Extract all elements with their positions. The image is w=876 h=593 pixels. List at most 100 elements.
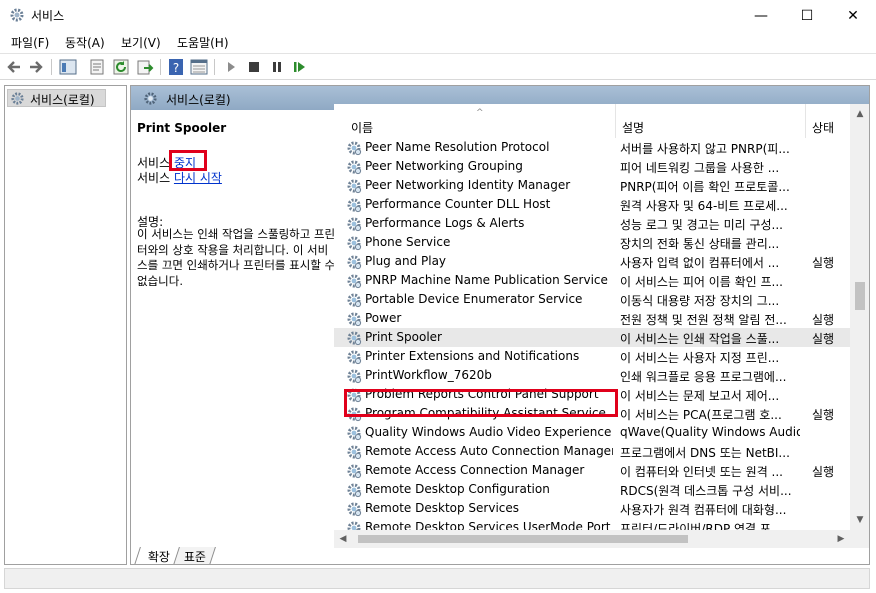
service-gear-icon — [346, 368, 362, 384]
service-row[interactable]: Printer Extensions and Notifications 이 서비… — [334, 347, 850, 366]
services-gear-icon — [10, 8, 24, 22]
service-gear-icon — [346, 159, 362, 175]
menu-help[interactable]: 도움말(H) — [177, 34, 229, 51]
tab-extended-label: 확장 — [147, 550, 170, 564]
service-gear-icon — [346, 482, 362, 498]
service-description: 사용자가 원격 컴퓨터에 대화형... — [620, 503, 787, 517]
pause-icon[interactable] — [268, 58, 286, 76]
service-row[interactable]: Phone Service 장치의 전화 통신 상태를 관리... — [334, 233, 850, 252]
service-gear-icon — [346, 216, 362, 232]
service-row[interactable]: Peer Networking Identity Manager PNRP(피어 … — [334, 176, 850, 195]
service-row[interactable]: Remote Desktop Services 사용자가 원격 컴퓨터에 대화형.… — [334, 499, 850, 518]
menu-bar: 파일(F) 동작(A) 보기(V) 도움말(H) — [0, 31, 876, 53]
service-description: 피어 네트워킹 그룹을 사용한 ... — [620, 161, 780, 175]
toolbar: ? — [0, 53, 876, 80]
service-row[interactable]: Remote Access Connection Manager 이 컴퓨터와 인… — [334, 461, 850, 480]
tree-node-label: 서비스(로컬) — [30, 93, 95, 107]
scroll-down-arrow-icon[interactable]: ▼ — [850, 510, 869, 530]
service-gear-icon — [346, 425, 362, 441]
service-description: 장치의 전화 통신 상태를 관리... — [620, 237, 780, 251]
service-row[interactable]: Print Spooler 이 서비스는 인쇄 작업을 스풀... 실행 — [334, 328, 850, 347]
svg-text:?: ? — [173, 61, 179, 75]
service-status: 실행 — [812, 408, 835, 422]
refresh-icon[interactable] — [112, 58, 130, 76]
service-name: Remote Desktop Configuration — [365, 482, 550, 496]
service-description: 이 서비스는 인쇄 작업을 스풀... — [620, 332, 780, 346]
service-gear-icon — [346, 349, 362, 365]
menu-view[interactable]: 보기(V) — [121, 34, 161, 51]
service-name: Remote Access Connection Manager — [365, 463, 585, 477]
service-row[interactable]: Peer Networking Grouping 피어 네트워킹 그룹을 사용한 … — [334, 157, 850, 176]
service-description: PNRP(피어 이름 확인 프로토콜... — [620, 180, 790, 194]
service-description: 프린터/드라이버/RDP 연결 포... — [620, 522, 783, 530]
column-header-description[interactable]: 설명 — [622, 119, 644, 136]
service-description: 이 서비스는 사용자 지정 프린... — [620, 351, 780, 365]
service-gear-icon — [346, 520, 362, 530]
service-row[interactable]: PrintWorkflow_7620b 인쇄 워크플로 응용 프로그램에... — [334, 366, 850, 385]
service-description: 성능 로그 및 경고는 미리 구성... — [620, 218, 783, 232]
service-gear-icon — [346, 292, 362, 308]
sort-ascending-icon: ^ — [476, 108, 484, 118]
start-icon[interactable] — [222, 58, 240, 76]
service-gear-icon — [346, 254, 362, 270]
back-icon[interactable] — [5, 58, 23, 76]
column-header-status[interactable]: 상태 — [812, 119, 834, 136]
service-row[interactable]: Peer Name Resolution Protocol 서버를 사용하지 않고… — [334, 138, 850, 157]
service-description: 이 컴퓨터와 인터넷 또는 원격 ... — [620, 465, 783, 479]
minimize-button[interactable]: — — [738, 0, 784, 31]
selected-service-name: Print Spooler — [137, 121, 227, 135]
properties-icon[interactable] — [88, 58, 106, 76]
restart-icon[interactable] — [291, 58, 309, 76]
service-gear-icon — [346, 463, 362, 479]
service-row[interactable]: Remote Access Auto Connection Manager 프로그… — [334, 442, 850, 461]
service-row[interactable]: Performance Counter DLL Host 원격 사용자 및 64-… — [334, 195, 850, 214]
service-row[interactable]: PNRP Machine Name Publication Service 이 서… — [334, 271, 850, 290]
help-icon[interactable]: ? — [167, 58, 185, 76]
scroll-up-arrow-icon[interactable]: ▲ — [850, 104, 869, 124]
service-row[interactable]: Portable Device Enumerator Service 이동식 대용… — [334, 290, 850, 309]
maximize-button[interactable]: ☐ — [784, 0, 830, 31]
title-bar: 서비스 — ☐ ✕ — [0, 0, 876, 31]
stop-icon[interactable] — [245, 58, 263, 76]
pane-title: 서비스(로컬) — [166, 93, 231, 107]
tab-extended[interactable]: 확장 — [134, 547, 181, 564]
service-status: 실행 — [812, 465, 835, 479]
print-spooler-highlight — [344, 389, 618, 417]
service-description: 프로그램에서 DNS 또는 NetBI... — [620, 446, 790, 460]
service-description: RDCS(원격 데스크톱 구성 서비... — [620, 484, 792, 498]
service-row[interactable]: Performance Logs & Alerts 성능 로그 및 경고는 미리 … — [334, 214, 850, 233]
service-row[interactable]: Remote Desktop Services UserMode Port Re… — [334, 518, 850, 530]
service-row[interactable]: Quality Windows Audio Video Experience qW… — [334, 423, 850, 442]
tree-node-local-services[interactable]: 서비스(로컬) — [7, 89, 106, 107]
forward-icon[interactable] — [27, 58, 45, 76]
service-name: Peer Networking Grouping — [365, 159, 523, 173]
service-row[interactable]: Plug and Play 사용자 입력 없이 컴퓨터에서 ... 실행 — [334, 252, 850, 271]
service-name: Remote Desktop Services UserMode Port Re… — [365, 520, 613, 530]
restart-service-link[interactable]: 다시 시작 — [174, 171, 222, 185]
service-name: PNRP Machine Name Publication Service — [365, 273, 608, 287]
service-name: Phone Service — [365, 235, 451, 249]
service-description: 전원 정책 및 전원 정책 알림 전... — [620, 313, 787, 327]
services-pane: 서비스(로컬) Print Spooler 서비스 중지 서비스 다시 시작 설… — [130, 85, 870, 565]
service-name: Peer Name Resolution Protocol — [365, 140, 550, 154]
service-description: 이 서비스는 문제 보고서 제어... — [620, 389, 780, 403]
menu-action[interactable]: 동작(A) — [65, 34, 105, 51]
service-name: Power — [365, 311, 402, 325]
column-header-name[interactable]: 이름 — [351, 119, 373, 136]
service-row[interactable]: Remote Desktop Configuration RDCS(원격 데스크톱… — [334, 480, 850, 499]
service-gear-icon — [346, 273, 362, 289]
horizontal-scroll-thumb[interactable] — [358, 535, 688, 543]
menu-file[interactable]: 파일(F) — [11, 34, 49, 51]
service-description: qWave(Quality Windows Audio... — [620, 425, 800, 439]
service-gear-icon — [346, 330, 362, 346]
vertical-scrollbar[interactable]: ▲ ▼ — [850, 104, 869, 530]
show-tree-icon[interactable] — [59, 58, 77, 76]
vertical-scroll-thumb[interactable] — [855, 281, 865, 310]
service-gear-icon — [346, 197, 362, 213]
export-icon[interactable] — [136, 58, 154, 76]
close-button[interactable]: ✕ — [830, 0, 876, 31]
service-row[interactable]: Power 전원 정책 및 전원 정책 알림 전... 실행 — [334, 309, 850, 328]
service-gear-icon — [346, 311, 362, 327]
view-icon[interactable] — [190, 58, 208, 76]
services-gear-icon — [11, 92, 24, 105]
